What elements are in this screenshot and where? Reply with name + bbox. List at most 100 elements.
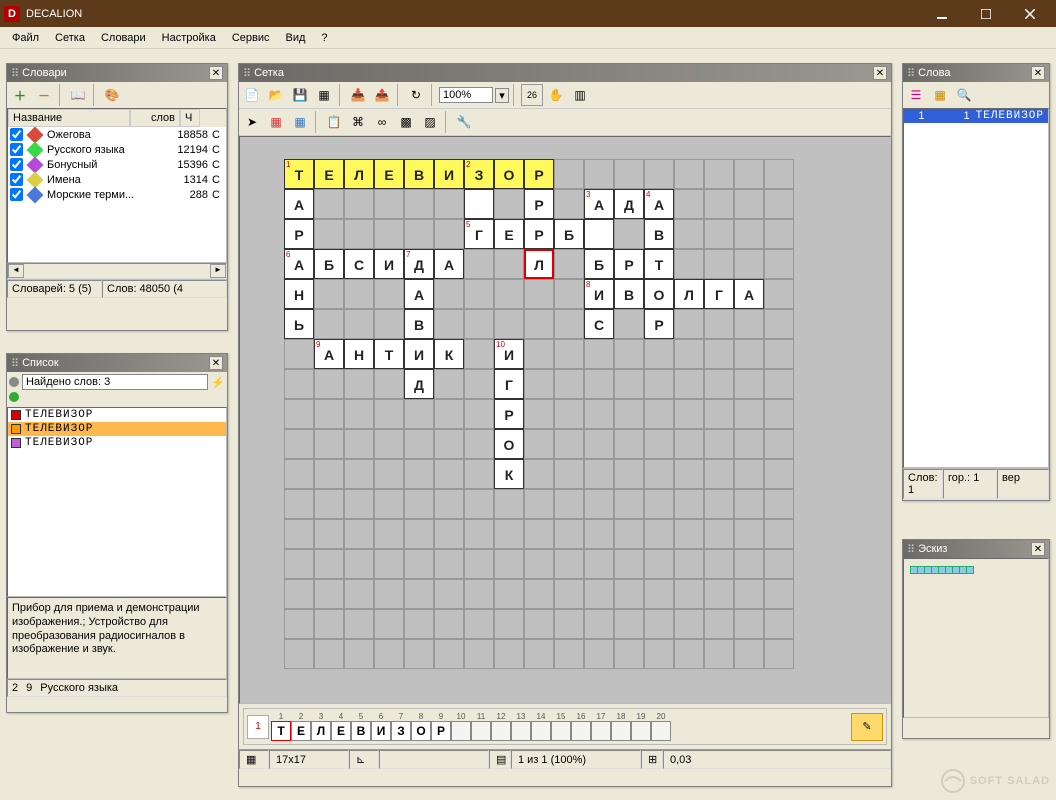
lightning-icon[interactable]: ⚡ bbox=[211, 376, 225, 389]
grid-cell[interactable] bbox=[314, 519, 344, 549]
grid-cell[interactable] bbox=[314, 549, 344, 579]
panel-title[interactable]: ⠿Слова ✕ bbox=[903, 64, 1049, 82]
grid-cell[interactable] bbox=[704, 429, 734, 459]
grid-cell[interactable] bbox=[524, 579, 554, 609]
entry-cell[interactable] bbox=[611, 721, 631, 741]
grid-cell[interactable] bbox=[314, 579, 344, 609]
entry-cell[interactable]: Е bbox=[331, 721, 351, 741]
grid-cell-filled[interactable]: 1Т bbox=[284, 159, 314, 189]
entry-cell[interactable]: З bbox=[391, 721, 411, 741]
grid-cell-filled[interactable]: Р bbox=[524, 159, 554, 189]
grid-blue-icon[interactable]: ▦ bbox=[289, 111, 311, 133]
grid-cell[interactable] bbox=[434, 219, 464, 249]
grid-cell[interactable] bbox=[764, 549, 794, 579]
menu-Сетка[interactable]: Сетка bbox=[47, 30, 93, 46]
grid-cell-filled[interactable]: 2З bbox=[464, 159, 494, 189]
grid-cell[interactable] bbox=[314, 489, 344, 519]
layout-icon[interactable]: ▥ bbox=[569, 84, 591, 106]
pattern2-icon[interactable]: ▨ bbox=[419, 111, 441, 133]
grid-cell[interactable] bbox=[344, 309, 374, 339]
grid-cell[interactable] bbox=[734, 219, 764, 249]
grid-cell[interactable] bbox=[494, 579, 524, 609]
list-item[interactable]: ТЕЛЕВИЗОР bbox=[8, 422, 226, 436]
grid-cell[interactable] bbox=[674, 369, 704, 399]
grid-cell[interactable] bbox=[284, 399, 314, 429]
grid-cell[interactable] bbox=[674, 489, 704, 519]
panel-title[interactable]: ⠿Список ✕ bbox=[7, 354, 227, 372]
grid-cell[interactable] bbox=[464, 609, 494, 639]
grid-cell[interactable] bbox=[284, 549, 314, 579]
grid-cell[interactable] bbox=[434, 309, 464, 339]
grid-cell[interactable] bbox=[554, 339, 584, 369]
grid-cell-filled[interactable]: Н bbox=[284, 279, 314, 309]
grid-cell-filled[interactable]: О bbox=[494, 159, 524, 189]
sketch-area[interactable] bbox=[903, 558, 1049, 718]
grid-cell[interactable] bbox=[344, 459, 374, 489]
grid-cell[interactable] bbox=[314, 189, 344, 219]
grid-cell[interactable] bbox=[644, 519, 674, 549]
panel-close-icon[interactable]: ✕ bbox=[209, 66, 223, 80]
grid-cell[interactable] bbox=[344, 489, 374, 519]
grid-cell-filled[interactable]: 9А bbox=[314, 339, 344, 369]
grid-cell[interactable] bbox=[314, 429, 344, 459]
grid-cell[interactable] bbox=[404, 519, 434, 549]
panel-close-icon[interactable]: ✕ bbox=[209, 356, 223, 370]
grid-cell-filled[interactable]: 6А bbox=[284, 249, 314, 279]
grid-cell[interactable] bbox=[614, 639, 644, 669]
grid-cell[interactable] bbox=[554, 159, 584, 189]
grid-cell[interactable] bbox=[314, 399, 344, 429]
grid-cell[interactable] bbox=[764, 189, 794, 219]
grid-cell[interactable] bbox=[584, 159, 614, 189]
found-input[interactable] bbox=[22, 374, 208, 390]
grid-cell[interactable] bbox=[554, 429, 584, 459]
grid-cell[interactable] bbox=[464, 399, 494, 429]
grid-cell[interactable] bbox=[374, 429, 404, 459]
grid-cell[interactable] bbox=[734, 459, 764, 489]
grid-cell[interactable] bbox=[464, 249, 494, 279]
grid-cell[interactable] bbox=[464, 489, 494, 519]
grid-cell[interactable] bbox=[584, 609, 614, 639]
grid-cell[interactable] bbox=[344, 429, 374, 459]
grid-cell[interactable] bbox=[764, 579, 794, 609]
grid-cell[interactable] bbox=[704, 549, 734, 579]
close-button[interactable] bbox=[1008, 0, 1052, 27]
grid-cell[interactable] bbox=[674, 309, 704, 339]
grid-cell[interactable] bbox=[644, 549, 674, 579]
grid-cell-filled[interactable]: Н bbox=[344, 339, 374, 369]
entry-cell[interactable]: Л bbox=[311, 721, 331, 741]
grid-cell[interactable] bbox=[704, 189, 734, 219]
grid-cell[interactable] bbox=[434, 279, 464, 309]
grid-cell[interactable] bbox=[314, 609, 344, 639]
grid-cell[interactable] bbox=[434, 489, 464, 519]
grid-cell[interactable] bbox=[704, 459, 734, 489]
grid-cell-filled[interactable]: К bbox=[434, 339, 464, 369]
grid-cell[interactable] bbox=[284, 579, 314, 609]
grid-new-icon[interactable]: ▦ bbox=[313, 84, 335, 106]
grid-cell[interactable] bbox=[434, 609, 464, 639]
grid-cell[interactable] bbox=[344, 399, 374, 429]
grid-cell[interactable] bbox=[554, 189, 584, 219]
grid-cell[interactable] bbox=[314, 369, 344, 399]
grid-cell[interactable] bbox=[614, 369, 644, 399]
grid-cell[interactable] bbox=[614, 459, 644, 489]
grid-cell[interactable] bbox=[434, 519, 464, 549]
list-entries[interactable]: ТЕЛЕВИЗОРТЕЛЕВИЗОРТЕЛЕВИЗОР bbox=[7, 407, 227, 597]
grid-cell-filled[interactable]: Т bbox=[644, 249, 674, 279]
grid-cell-filled[interactable]: Р bbox=[284, 219, 314, 249]
grid-cell[interactable] bbox=[614, 489, 644, 519]
solve-button[interactable]: ✎ bbox=[851, 713, 883, 741]
new-file-icon[interactable]: 📄 bbox=[241, 84, 263, 106]
grid-cell[interactable] bbox=[764, 339, 794, 369]
grid-cell-filled[interactable]: А bbox=[284, 189, 314, 219]
grid-cell[interactable] bbox=[464, 279, 494, 309]
entry-cell[interactable] bbox=[471, 721, 491, 741]
entry-cell[interactable]: Е bbox=[291, 721, 311, 741]
pointer-icon[interactable]: ➤ bbox=[241, 111, 263, 133]
entry-cell[interactable] bbox=[491, 721, 511, 741]
grid-cell[interactable] bbox=[404, 579, 434, 609]
grid-cell-filled[interactable]: К bbox=[494, 459, 524, 489]
grid-cell[interactable] bbox=[464, 639, 494, 669]
grid-cell-filled[interactable]: Р bbox=[614, 249, 644, 279]
grid-cell[interactable] bbox=[674, 219, 704, 249]
grid-cell[interactable] bbox=[554, 249, 584, 279]
